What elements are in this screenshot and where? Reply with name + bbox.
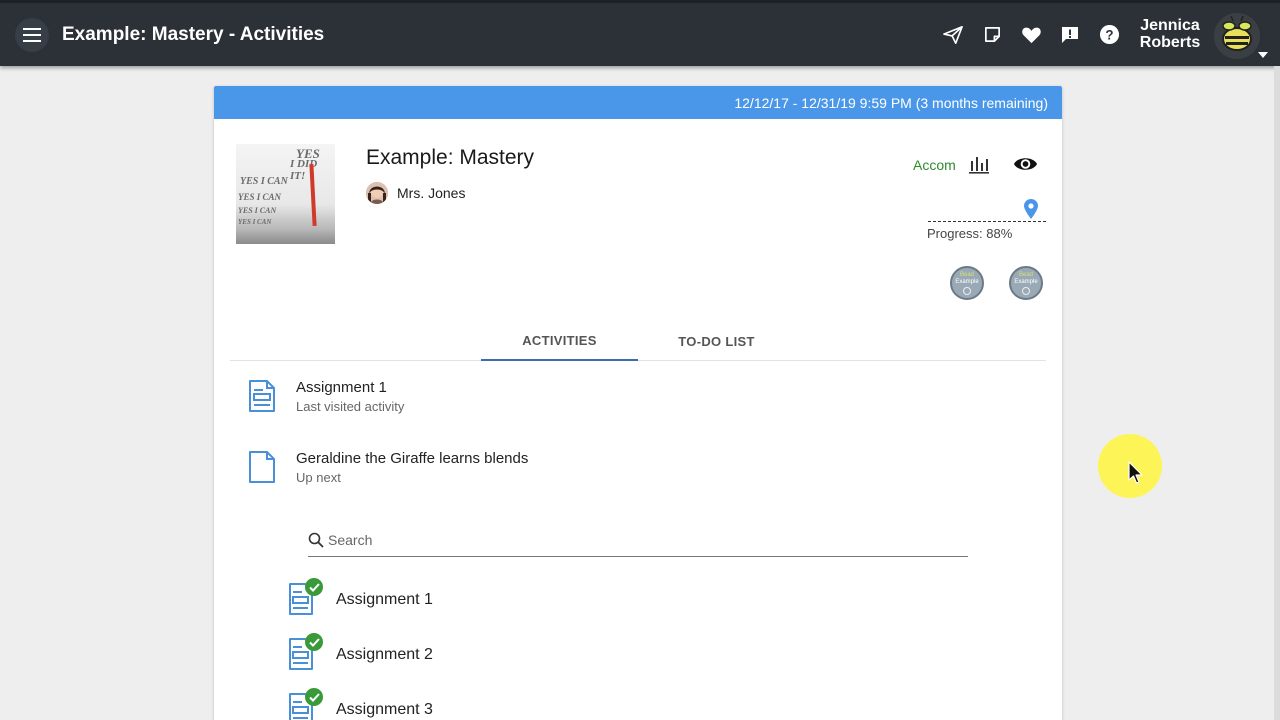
feedback-button[interactable]	[1059, 24, 1081, 46]
search-input[interactable]	[328, 532, 928, 548]
badge-example[interactable]: Bead Example	[1009, 266, 1043, 300]
list-item[interactable]: Assignment 3	[288, 688, 433, 720]
page-title: Example: Mastery - Activities	[62, 23, 325, 45]
user-avatar[interactable]	[1214, 13, 1260, 59]
search-icon	[308, 532, 324, 548]
bee-avatar-icon	[1214, 13, 1260, 59]
date-range: 12/12/17 - 12/31/19 9:59 PM (3 months re…	[734, 94, 1048, 111]
user-name[interactable]: Jennica Roberts	[1120, 17, 1220, 51]
recent-activity-up-next[interactable]: Geraldine the Giraffe learns blends Up n…	[248, 450, 528, 485]
menu-button[interactable]	[15, 17, 49, 52]
top-actions: ?	[942, 3, 1120, 66]
eye-icon[interactable]	[1013, 154, 1038, 174]
list-item[interactable]: Assignment 1	[288, 578, 433, 618]
favorites-button[interactable]	[1020, 24, 1042, 46]
tab-todo-list[interactable]: TO-DO LIST	[638, 322, 795, 361]
recent-subtitle: Last visited activity	[296, 399, 405, 414]
activity-label: Assignment 3	[336, 701, 433, 718]
teacher[interactable]: Mrs. Jones	[366, 182, 465, 204]
tab-bar: ACTIVITIES TO-DO LIST	[230, 322, 1046, 361]
activity-label: Assignment 2	[336, 646, 433, 663]
course-title: Example: Mastery	[366, 146, 535, 169]
tab-activities[interactable]: ACTIVITIES	[481, 322, 638, 361]
top-app-bar: Example: Mastery - Activities ? Jennica …	[0, 0, 1280, 66]
note-icon	[984, 26, 1000, 43]
bar-chart-icon[interactable]	[968, 154, 990, 174]
search-bar	[308, 524, 968, 557]
list-item[interactable]: Assignment 2	[288, 633, 433, 673]
mouse-cursor-icon	[1128, 461, 1143, 484]
badge-example[interactable]: Bead Example	[950, 266, 984, 300]
progress-marker-icon	[1024, 199, 1038, 219]
teacher-name: Mrs. Jones	[397, 185, 466, 201]
course-thumbnail: YES I DID IT! YES I CAN YES I CAN YES I …	[236, 144, 335, 244]
recent-title: Geraldine the Giraffe learns blends	[296, 450, 529, 467]
progress-label: Progress: 88%	[927, 226, 1013, 241]
heart-icon	[1021, 27, 1041, 44]
check-icon	[305, 578, 323, 596]
teacher-avatar	[366, 182, 388, 204]
feedback-icon	[1062, 26, 1078, 43]
check-icon	[305, 688, 323, 706]
scrollbar[interactable]	[1274, 66, 1280, 720]
help-icon: ?	[1099, 24, 1119, 45]
svg-text:?: ?	[1105, 27, 1113, 42]
check-icon	[305, 633, 323, 651]
page-doc-icon	[249, 451, 275, 483]
recent-subtitle: Up next	[296, 470, 341, 485]
send-icon	[943, 25, 963, 44]
recent-title: Assignment 1	[296, 379, 387, 396]
activity-label: Assignment 1	[336, 591, 433, 608]
assignment-doc-icon	[249, 380, 275, 412]
menu-icon	[23, 27, 41, 42]
notes-button[interactable]	[981, 24, 1003, 46]
send-button[interactable]	[942, 24, 964, 46]
accommodations-link[interactable]: Accom	[913, 157, 956, 173]
date-range-bar: 12/12/17 - 12/31/19 9:59 PM (3 months re…	[214, 86, 1062, 119]
course-card: 12/12/17 - 12/31/19 9:59 PM (3 months re…	[214, 86, 1062, 720]
progress-track	[928, 221, 1046, 222]
help-button[interactable]: ?	[1098, 24, 1120, 46]
recent-activity-last-visited[interactable]: Assignment 1 Last visited activity	[248, 379, 404, 414]
caret-down-icon[interactable]	[1258, 52, 1268, 58]
